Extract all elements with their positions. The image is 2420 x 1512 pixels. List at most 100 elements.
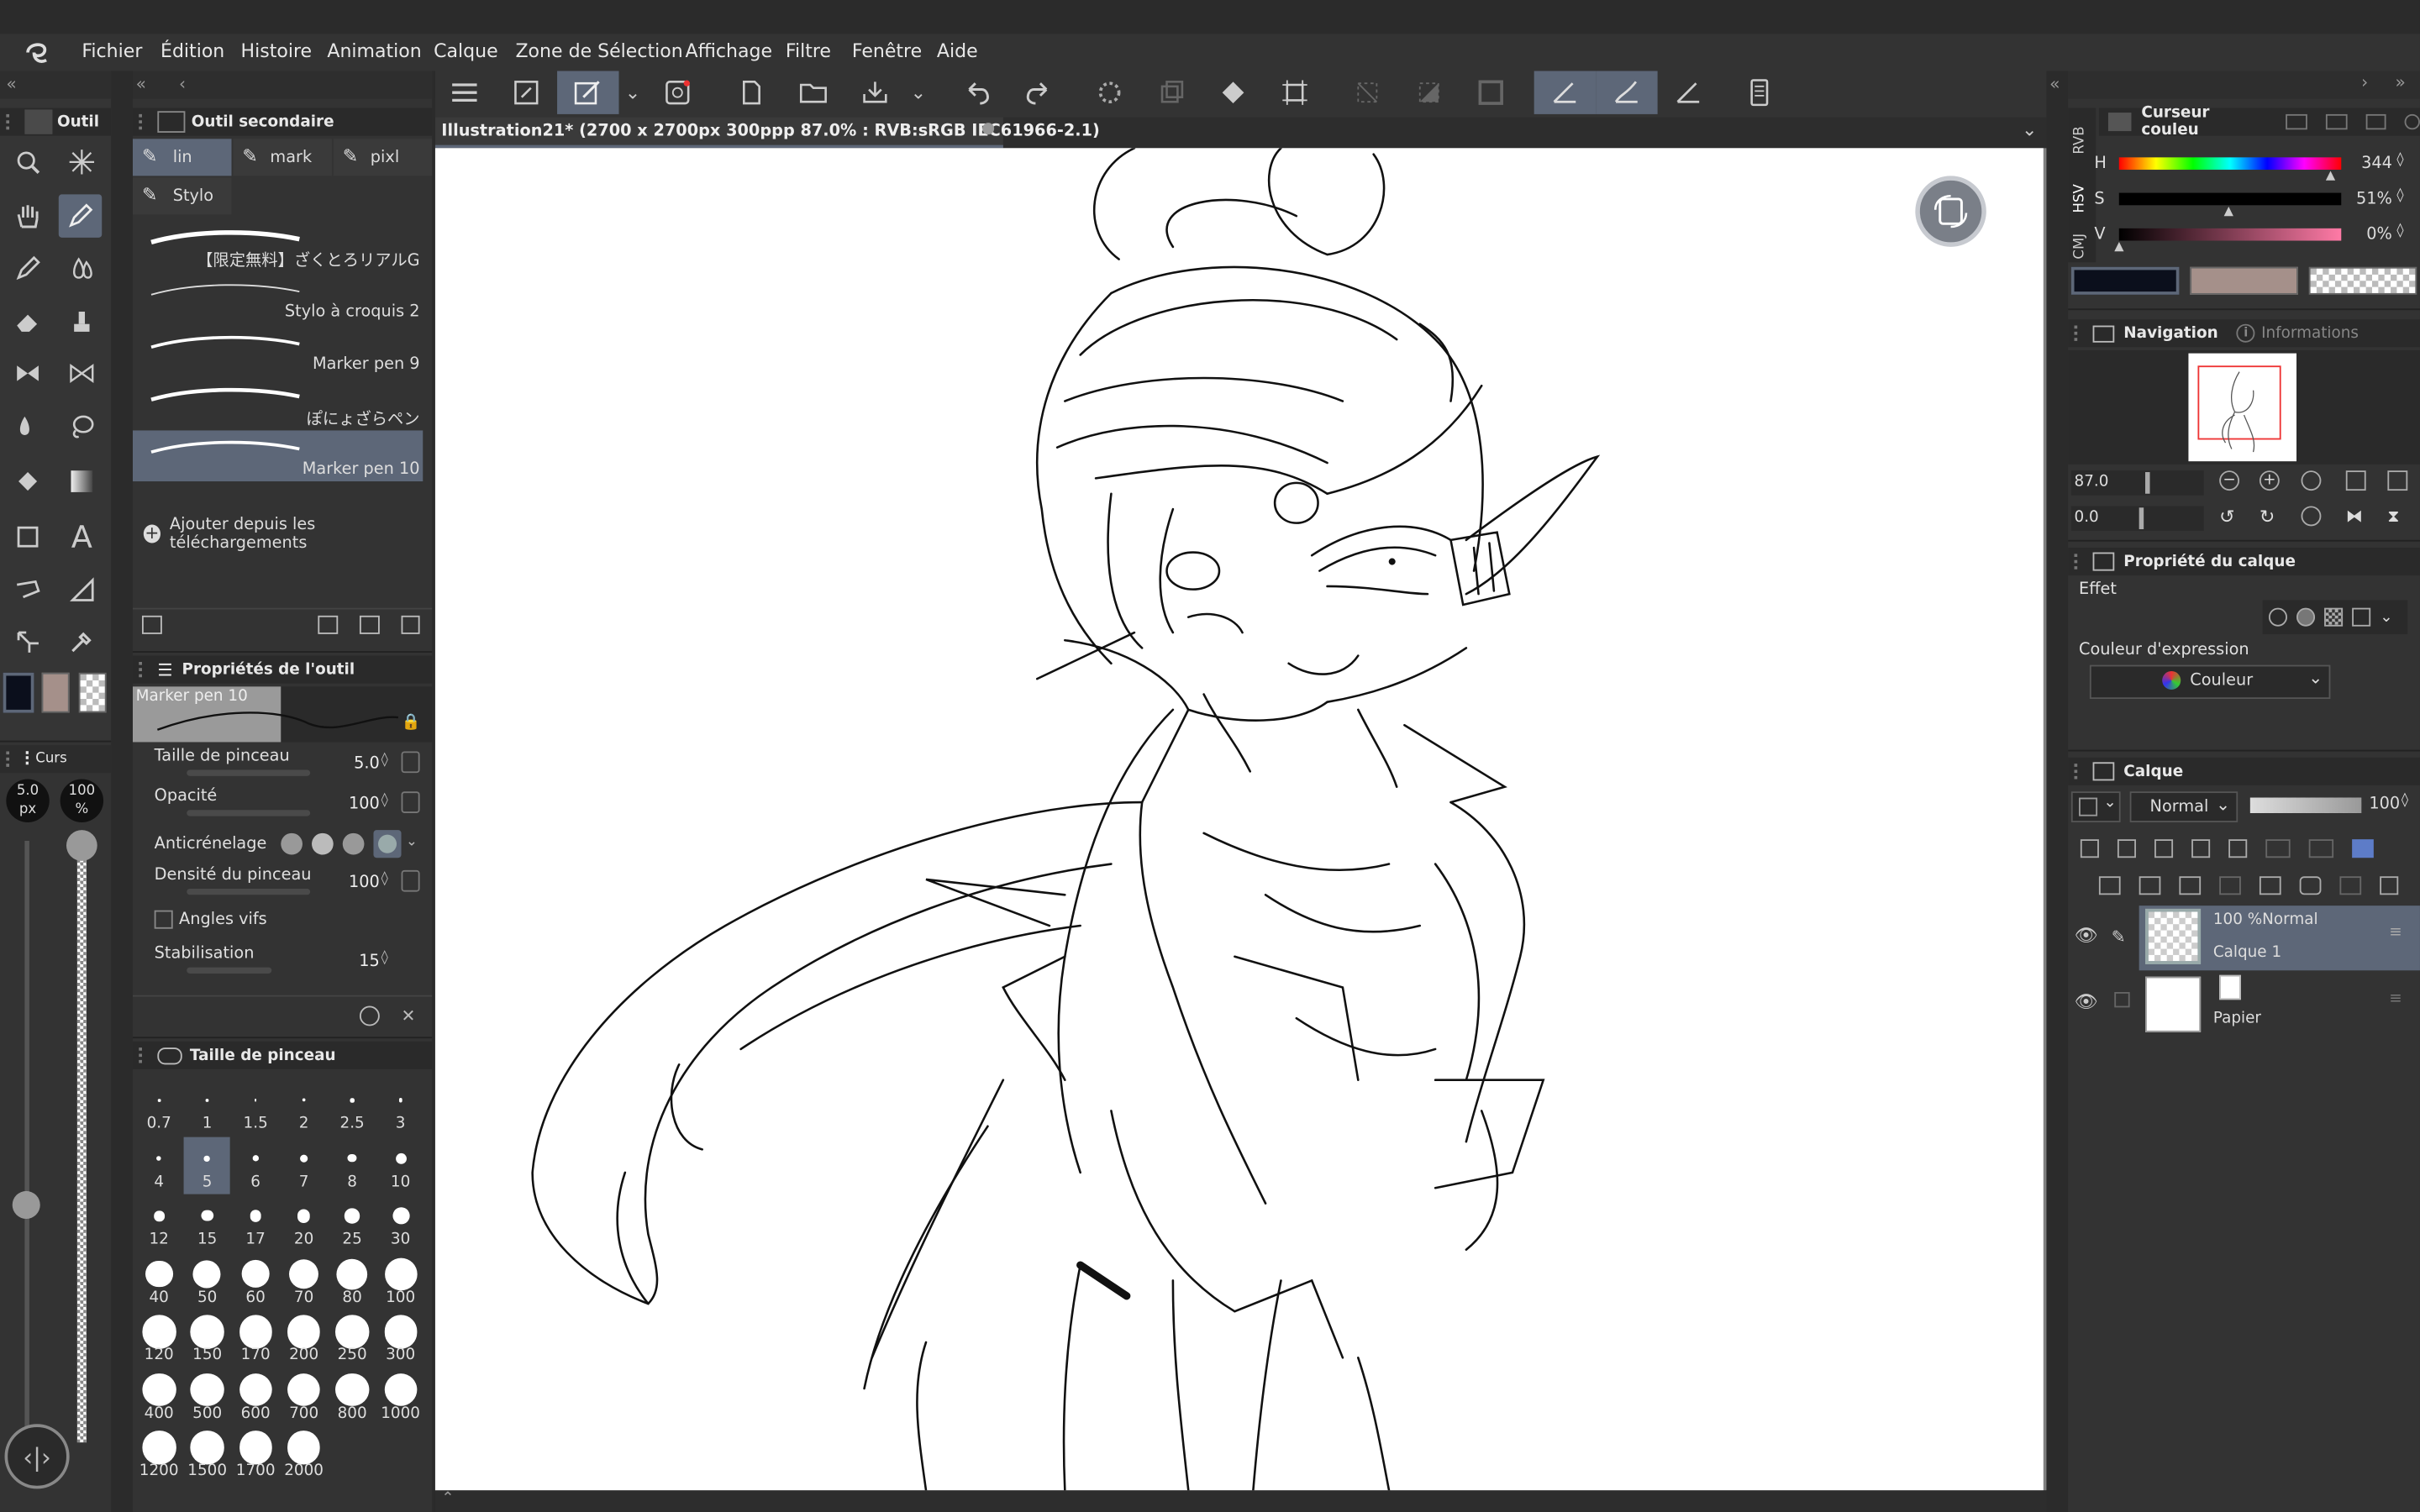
brush-size-option[interactable]: 100 (377, 1252, 424, 1309)
layer-row[interactable]: 👁 Papier ≡ (2068, 972, 2420, 1037)
collapse-left-icon[interactable]: « (6, 74, 16, 94)
hand-tool-icon[interactable] (8, 196, 48, 236)
spin-arrows-icon[interactable]: ◊ (2402, 793, 2408, 808)
tab-rvb[interactable]: RVB (2073, 126, 2088, 154)
aa-medium-icon[interactable] (342, 832, 365, 855)
reset-icon[interactable] (359, 1005, 380, 1026)
brush-size-option[interactable]: 500 (184, 1368, 230, 1425)
spin-arrows-icon[interactable]: ◊ (381, 753, 388, 768)
drag-handle-icon[interactable]: ≡ (2389, 990, 2402, 1007)
deselect-icon[interactable] (1339, 71, 1395, 113)
flip-horizontal-icon[interactable]: ⧓ (2346, 506, 2363, 526)
rotate-left-icon[interactable]: ↺ (2219, 506, 2234, 528)
cursor-toggle-icon[interactable]: ‹|› (4, 1424, 70, 1489)
chevron-down-icon[interactable]: ⌄ (618, 71, 649, 113)
tablet-icon[interactable] (1732, 71, 1787, 113)
text-tool-icon[interactable]: A (61, 517, 102, 557)
delete-layer-icon[interactable] (2380, 876, 2399, 895)
canvas-viewport[interactable] (434, 148, 2047, 1491)
brush-size-option[interactable]: 1200 (136, 1425, 182, 1483)
brush-size-option[interactable]: 600 (233, 1368, 279, 1425)
wrench-icon[interactable]: ✕ (402, 1006, 416, 1026)
brush-size-option[interactable]: 0.7 (136, 1079, 182, 1136)
new-vector-layer-icon[interactable] (2139, 876, 2161, 895)
zoom-tool-icon[interactable] (8, 142, 48, 182)
aa-strong-icon[interactable] (373, 830, 402, 858)
border-effect-icon[interactable] (2268, 607, 2287, 627)
eyedropper-tool-icon[interactable] (61, 622, 102, 662)
brush-size-option[interactable]: 1.5 (233, 1079, 279, 1136)
brush-size-slider-track[interactable] (24, 841, 29, 1427)
operation-tool-icon[interactable] (8, 622, 48, 662)
open-folder-icon[interactable] (786, 71, 841, 113)
value-value[interactable]: 0% (2346, 225, 2392, 244)
brush-size-option[interactable]: 2000 (281, 1425, 327, 1483)
brush-size-option[interactable]: 150 (184, 1310, 230, 1367)
clipping-icon[interactable] (2080, 839, 2099, 858)
close-tab-icon[interactable]: ● (981, 120, 995, 137)
menu-affichage[interactable]: Affichage (685, 40, 772, 62)
chevron-down-icon[interactable]: ⌄ (2216, 795, 2230, 815)
brush-size-option[interactable]: 2 (281, 1079, 327, 1136)
zoom-in-icon[interactable]: + (2259, 470, 2280, 491)
ribbon-tool-icon[interactable] (61, 354, 102, 394)
navigator-preview-area[interactable] (2068, 349, 2420, 465)
rotation-value[interactable]: 0.0 (2075, 509, 2099, 526)
layer-copy-icon[interactable] (1144, 71, 1199, 113)
layer-opacity-value[interactable]: 100 (2369, 795, 2400, 813)
color-set-tab-icon[interactable] (2326, 113, 2348, 130)
stabilization-slider[interactable] (187, 967, 272, 974)
fill-bucket-icon[interactable] (1205, 71, 1260, 113)
brush-size-option[interactable]: 40 (136, 1252, 182, 1309)
lock-transparency-icon[interactable] (2228, 839, 2248, 858)
layer-checkbox[interactable] (2114, 991, 2130, 1008)
spin-arrows-icon[interactable]: ◊ (381, 950, 388, 965)
transform-icon[interactable] (1267, 71, 1323, 113)
brush-size-option[interactable]: 4 (136, 1137, 182, 1194)
spin-arrows-icon[interactable]: ◊ (381, 793, 388, 808)
brush-size-option[interactable]: 30 (377, 1194, 424, 1252)
brush-size-option[interactable]: 20 (281, 1194, 327, 1252)
hue-slider[interactable] (2118, 157, 2342, 171)
brush-item[interactable]: Stylo à croquis 2 (133, 273, 423, 324)
water-drop-tool-icon[interactable] (61, 249, 102, 289)
loading-icon[interactable] (1082, 71, 1138, 113)
extract-line-icon[interactable] (2296, 607, 2316, 627)
menu-aide[interactable]: Aide (937, 40, 978, 62)
subtool-tab-pixl[interactable]: ✎ pixl (333, 139, 433, 176)
brush-size-option[interactable]: 1 (184, 1079, 230, 1136)
brush-size-option[interactable]: 10 (377, 1137, 424, 1194)
create-mask-icon[interactable] (2299, 876, 2322, 895)
intermediate-color-tab-icon[interactable] (2365, 113, 2387, 130)
collapse-icon[interactable]: » (2396, 72, 2406, 92)
canvas-rotate-button[interactable] (1915, 176, 1986, 247)
brush-size-option[interactable]: 60 (233, 1252, 279, 1309)
quick-access-icon[interactable] (557, 71, 619, 114)
eye-icon[interactable]: 👁 (2075, 924, 2098, 946)
fill-window-icon[interactable] (2387, 470, 2408, 491)
duplicate-icon[interactable] (359, 615, 380, 634)
brush-size-slider[interactable] (187, 769, 311, 776)
expression-color-select[interactable]: Couleur ⌄ (2089, 664, 2331, 700)
spin-arrows-icon[interactable]: ◊ (2396, 153, 2403, 168)
zoom-slider-thumb[interactable] (2145, 472, 2150, 494)
main-color-swatch[interactable] (2070, 266, 2180, 295)
flip-vertical-icon[interactable]: ⧗ (2387, 506, 2399, 528)
brush-size-option[interactable]: 700 (281, 1368, 327, 1425)
informations-tab[interactable]: Informations (2261, 325, 2359, 342)
ruler-tool-icon[interactable] (61, 570, 102, 610)
rotate-right-icon[interactable]: ↻ (2260, 506, 2275, 528)
brush-density-slider[interactable] (187, 888, 311, 895)
subtool-tab-stylo[interactable]: ✎ Stylo (132, 177, 232, 215)
brush-size-option[interactable]: 50 (184, 1252, 230, 1309)
reference-layer-icon[interactable] (2117, 839, 2136, 858)
apply-mask-icon[interactable] (2339, 876, 2362, 895)
actual-size-icon[interactable] (2301, 470, 2322, 491)
tone-icon[interactable] (2324, 607, 2344, 627)
navigator-thumbnail[interactable] (2188, 353, 2297, 462)
brush-item[interactable]: 【限定無料】ざくとろリアルG (133, 221, 423, 272)
opacity-slider-track[interactable] (76, 841, 87, 1443)
chevron-down-icon[interactable]: ⌄ (2022, 118, 2037, 140)
transfer-down-icon[interactable] (2219, 876, 2241, 895)
pen-pressure-icon[interactable] (1660, 71, 1716, 113)
